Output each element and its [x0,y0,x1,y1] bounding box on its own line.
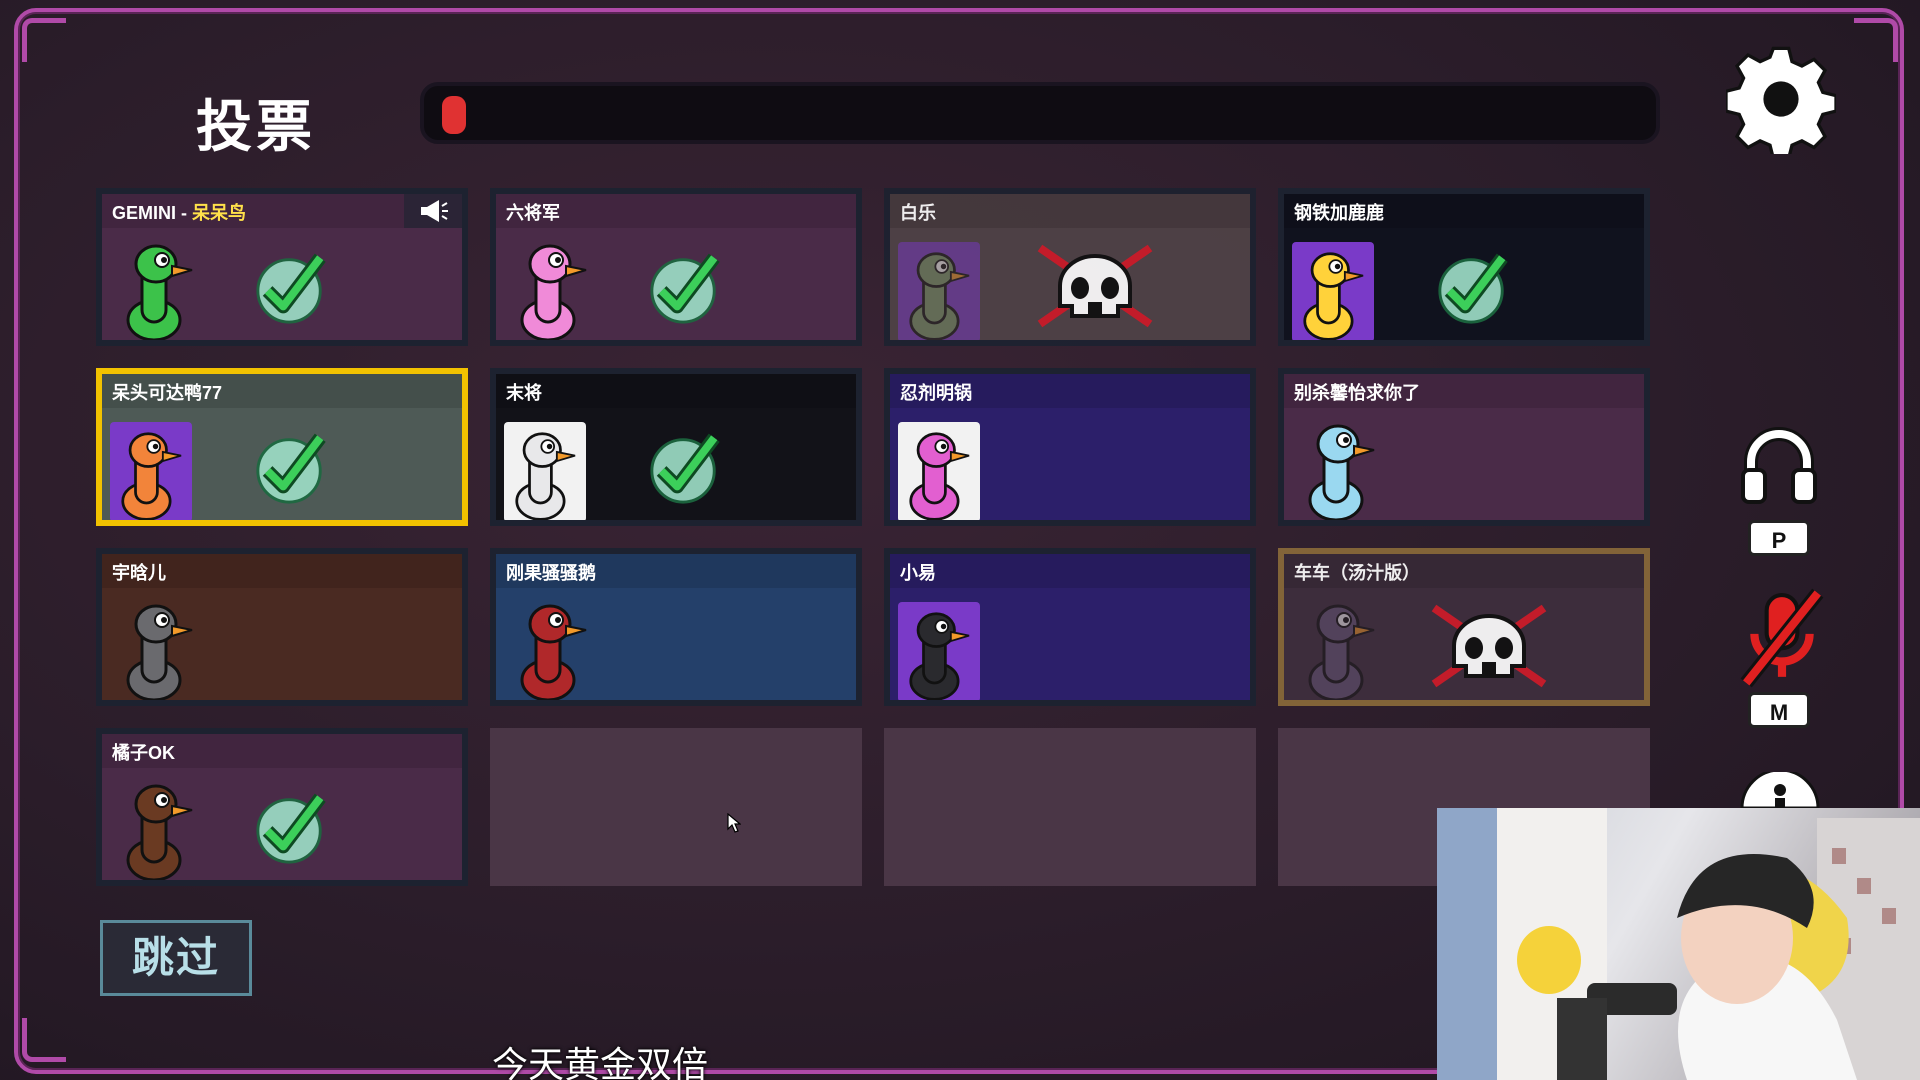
player-avatar [114,236,204,340]
player-avatar [114,776,204,880]
frame-corner [22,1018,66,1062]
voted-check-icon [252,788,330,866]
headphones-icon[interactable] [1738,426,1820,506]
player-card[interactable]: 白乐 [884,188,1256,346]
player-card[interactable]: 呆头可达鸭77 [96,368,468,526]
player-card[interactable]: 车车（汤汁版） [1278,548,1650,706]
player-card[interactable]: GEMINI - 呆呆鸟 [96,188,468,346]
player-name: 呆头可达鸭77 [102,374,462,408]
player-avatar [1296,416,1386,520]
empty-player-slot [490,728,862,886]
voted-check-icon [252,248,330,326]
mouse-cursor-icon [727,813,741,833]
player-name: 六将军 [496,194,856,228]
webcam-overlay [1437,808,1920,1080]
player-avatar [110,422,192,520]
voted-check-icon [252,428,330,506]
player-name-prefix: GEMINI - [112,203,192,223]
player-avatar [1292,242,1374,340]
player-name: 白乐 [890,194,1250,228]
player-avatar [114,596,204,700]
player-avatar [508,596,598,700]
frame-corner [22,18,66,62]
mic-muted-icon[interactable] [1736,586,1828,690]
player-card[interactable]: 橘子OK [96,728,468,886]
empty-player-slot [884,728,1256,886]
page-title: 投票 [196,95,316,160]
player-avatar [898,602,980,700]
player-card[interactable]: 钢铁加鹿鹿 [1278,188,1650,346]
player-name: 别杀馨怡求你了 [1284,374,1644,408]
player-card[interactable]: 别杀馨怡求你了 [1278,368,1650,526]
mute-key: M [1748,692,1810,728]
player-card[interactable]: 忍剂明锅 [884,368,1256,526]
info-icon[interactable] [1740,772,1820,808]
voted-check-icon [646,428,724,506]
player-name: 忍剂明锅 [890,374,1250,408]
player-card[interactable]: 六将军 [490,188,862,346]
player-name: 末将 [496,374,856,408]
player-name: 刚果骚骚鹅 [496,554,856,588]
voted-check-icon [1434,248,1512,326]
voted-check-icon [646,248,724,326]
dead-skull-icon [1424,600,1554,692]
player-card[interactable]: 刚果骚骚鹅 [490,548,862,706]
player-name: 小易 [890,554,1250,588]
player-name: 车车（汤汁版） [1284,554,1644,588]
megaphone-icon [404,194,462,228]
skip-vote-button[interactable]: 跳过 [100,920,252,996]
vote-timer-fill [442,96,466,134]
player-avatar [898,422,980,520]
player-name: 橘子OK [102,734,462,768]
player-avatar [504,422,586,520]
player-avatar [898,242,980,340]
push-to-talk-key: P [1748,520,1810,556]
dead-skull-icon [1030,240,1160,332]
player-card[interactable]: 小易 [884,548,1256,706]
player-name-highlight: 呆呆鸟 [192,203,246,223]
player-card[interactable]: 末将 [490,368,862,526]
settings-gear-icon[interactable] [1726,44,1836,154]
player-name: 宇晗儿 [102,554,462,588]
player-avatar [508,236,598,340]
stream-subtitle: 今天黄金双倍 [492,1045,709,1080]
player-avatar [1296,596,1386,700]
frame-corner [1854,18,1898,62]
player-name: 钢铁加鹿鹿 [1284,194,1644,228]
vote-timer-bar [420,82,1660,144]
player-card[interactable]: 宇晗儿 [96,548,468,706]
